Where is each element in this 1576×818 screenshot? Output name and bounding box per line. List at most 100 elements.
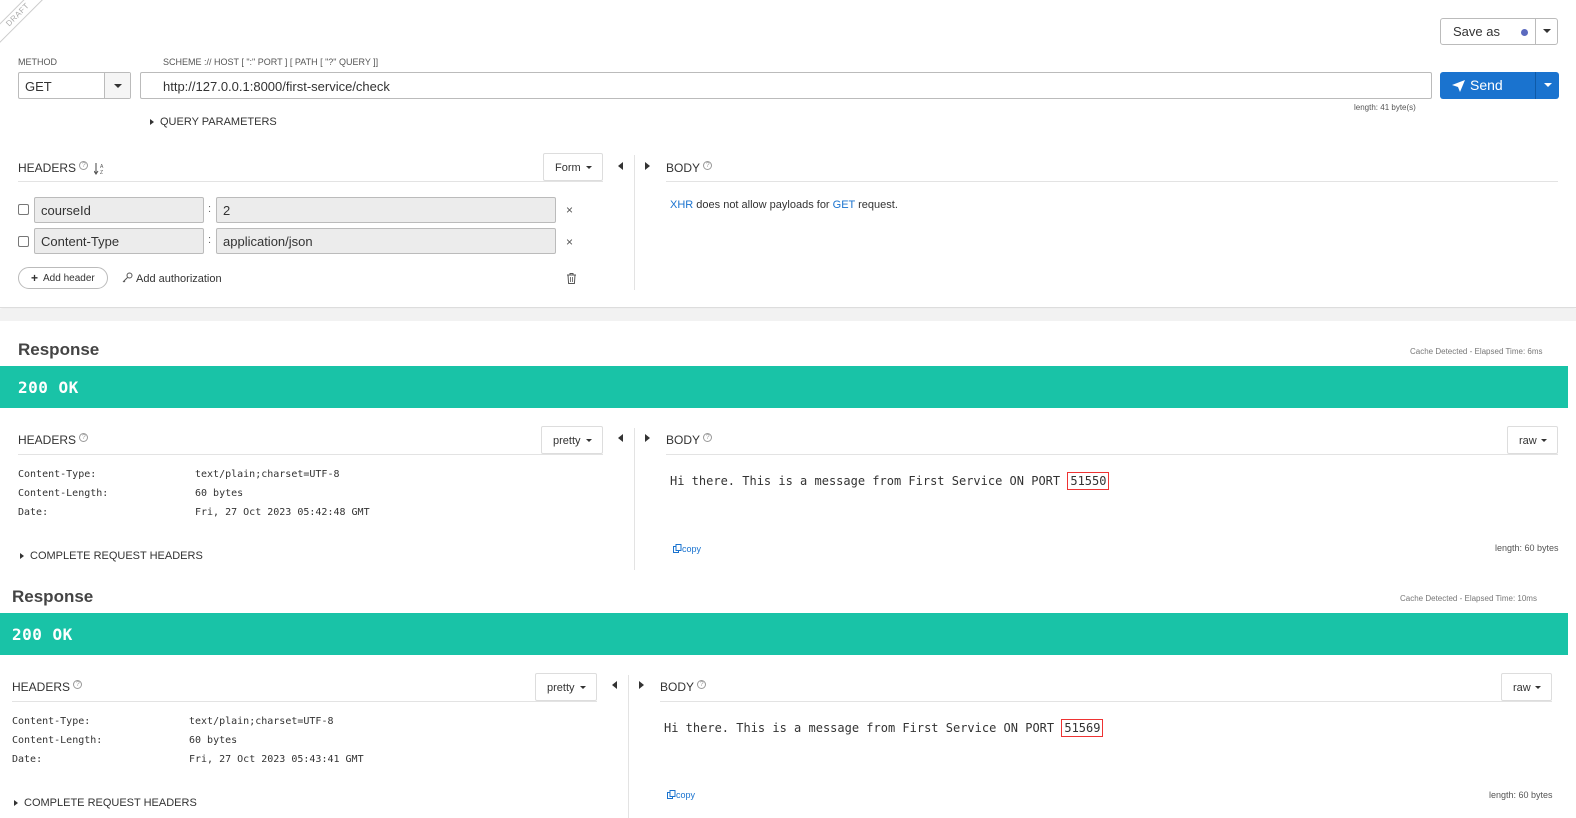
request-panel: DRAFT METHOD SCHEME :// HOST [ ":" PORT … — [0, 0, 1576, 308]
header-value-input[interactable]: application/json — [216, 228, 556, 254]
separator-gap — [0, 309, 1576, 321]
header-key: Content-Type: — [12, 716, 91, 727]
trash-icon[interactable] — [567, 273, 576, 284]
headers-mode-select[interactable]: Form — [543, 153, 603, 181]
collapse-left-arrow[interactable] — [612, 681, 617, 689]
divider — [666, 454, 1558, 455]
headers-format-select[interactable]: pretty — [535, 673, 597, 701]
help-icon[interactable]: ? — [697, 680, 707, 689]
chevron-down-icon — [1535, 686, 1541, 689]
url-input[interactable]: http://127.0.0.1:8000/first-service/chec… — [140, 72, 1432, 99]
panel-divider — [628, 675, 629, 818]
chevron-down-icon — [580, 686, 586, 689]
divider — [18, 181, 603, 182]
sort-icon[interactable]: A Z — [93, 162, 105, 176]
body-format-select[interactable]: raw — [1501, 673, 1552, 701]
expand-right-arrow[interactable] — [645, 162, 650, 170]
response-body-label: BODY — [660, 680, 694, 694]
save-as-label: Save as — [1453, 24, 1500, 39]
method-select[interactable]: GET — [18, 72, 131, 99]
response-body-label: BODY — [666, 433, 700, 447]
copy-button[interactable]: copy — [667, 790, 695, 800]
collapse-left-arrow[interactable] — [618, 434, 623, 442]
method-label: METHOD — [18, 57, 57, 67]
expand-right-arrow[interactable] — [639, 681, 644, 689]
header-key: Content-Type: — [18, 469, 97, 480]
body-length: length: 60 bytes — [1495, 543, 1559, 553]
chevron-right-icon — [150, 119, 154, 126]
method-dropdown-toggle[interactable] — [104, 73, 130, 98]
divider — [12, 701, 597, 702]
method-value: GET — [25, 79, 52, 94]
help-icon[interactable]: ? — [703, 161, 713, 170]
response-panel: Response Cache Detected - Elapsed Time: … — [0, 321, 1576, 583]
complete-request-headers-toggle[interactable]: COMPLETE REQUEST HEADERS — [14, 797, 197, 809]
chevron-down-icon — [114, 84, 122, 88]
status-bar: 200 OK — [0, 613, 1568, 655]
response-headers-title: HEADERS ? — [12, 680, 83, 694]
add-header-button[interactable]: + Add header — [18, 267, 108, 289]
save-as-dropdown-toggle[interactable] — [1535, 19, 1557, 44]
chevron-down-icon — [1541, 439, 1547, 442]
response-title: Response — [12, 587, 94, 606]
headers-mode-value: Form — [555, 162, 581, 174]
header-key: Date: — [12, 754, 43, 765]
chevron-down-icon — [586, 166, 592, 169]
send-dropdown-toggle[interactable] — [1535, 72, 1559, 99]
header-key: Date: — [18, 507, 49, 518]
copy-label: copy — [682, 544, 702, 554]
response-title: Response — [18, 340, 100, 359]
query-parameters-toggle[interactable]: QUERY PARAMETERS — [150, 116, 277, 128]
status-text: 200 OK — [12, 625, 73, 644]
plus-icon: + — [31, 271, 39, 285]
url-label: SCHEME :// HOST [ ":" PORT ] [ PATH [ "?… — [163, 57, 379, 67]
request-headers-label: HEADERS — [18, 161, 77, 175]
send-button[interactable]: Send — [1440, 72, 1559, 99]
key-icon — [122, 272, 133, 283]
panel-divider — [634, 428, 635, 570]
copy-button[interactable]: copy — [673, 544, 701, 554]
expand-right-arrow[interactable] — [645, 434, 650, 442]
header-enable-checkbox[interactable] — [18, 236, 29, 247]
help-icon[interactable]: ? — [79, 433, 89, 442]
add-header-label: Add header — [43, 273, 95, 284]
header-name-input[interactable]: Content-Type — [34, 228, 204, 254]
headers-format-value: pretty — [547, 682, 575, 694]
header-value-input[interactable]: 2 — [216, 197, 556, 223]
chevron-down-icon — [1544, 83, 1552, 87]
header-name-input[interactable]: courseId — [34, 197, 204, 223]
add-authorization-button[interactable]: Add authorization — [122, 272, 222, 285]
request-body-label: BODY — [666, 161, 700, 175]
close-icon[interactable]: × — [566, 203, 573, 217]
complete-request-headers-toggle[interactable]: COMPLETE REQUEST HEADERS — [20, 550, 203, 562]
copy-label: copy — [676, 790, 696, 800]
add-authorization-label: Add authorization — [136, 273, 222, 285]
body-not-allowed-message: XHR does not allow payloads for GET requ… — [670, 199, 898, 211]
help-icon[interactable]: ? — [703, 433, 713, 442]
send-label: Send — [1470, 77, 1503, 93]
help-icon[interactable]: ? — [73, 680, 83, 689]
complete-request-headers-label: COMPLETE REQUEST HEADERS — [30, 550, 203, 562]
body-format-select[interactable]: raw — [1507, 426, 1558, 454]
response-body-content: Hi there. This is a message from First S… — [670, 472, 1110, 490]
header-enable-checkbox[interactable] — [18, 204, 29, 215]
response-body-content: Hi there. This is a message from First S… — [664, 719, 1104, 737]
url-value: http://127.0.0.1:8000/first-service/chec… — [163, 79, 390, 94]
headers-format-value: pretty — [553, 435, 581, 447]
collapse-left-arrow[interactable] — [618, 162, 623, 170]
draft-ribbon: DRAFT — [0, 0, 52, 49]
xhr-link[interactable]: XHR — [670, 199, 693, 211]
complete-request-headers-label: COMPLETE REQUEST HEADERS — [24, 797, 197, 809]
message-text: does not allow payloads for — [693, 199, 833, 211]
save-as-button[interactable]: Save as — [1440, 18, 1558, 45]
response-body-title: BODY ? — [666, 433, 713, 447]
request-headers-title: HEADERS ? A Z — [18, 161, 105, 176]
headers-format-select[interactable]: pretty — [541, 426, 603, 454]
method-link[interactable]: GET — [833, 199, 855, 211]
help-icon[interactable]: ? — [79, 161, 89, 170]
close-icon[interactable]: × — [566, 235, 573, 249]
divider — [660, 701, 1552, 702]
header-value: text/plain;charset=UTF-8 — [195, 469, 340, 480]
chevron-right-icon — [14, 800, 18, 807]
url-length: length: 41 byte(s) — [1354, 103, 1416, 112]
